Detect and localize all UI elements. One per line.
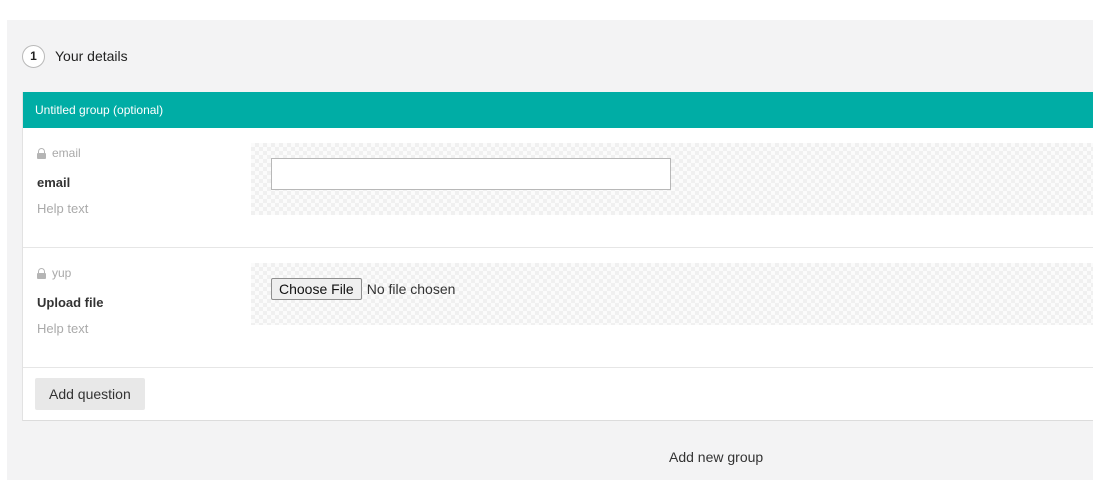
help-text: Help text (37, 321, 89, 336)
question-label: Upload file (37, 295, 104, 310)
answer-preview-area (251, 143, 1093, 215)
lock-icon (37, 267, 46, 279)
question-group: Untitled group (optional) email email He… (22, 92, 1093, 421)
question-key: yup (37, 266, 247, 280)
add-question-button[interactable]: Add question (35, 378, 145, 410)
question-meta: email email Help text (37, 146, 247, 217)
email-input[interactable] (271, 158, 671, 190)
help-text: Help text (37, 201, 89, 216)
question-key: email (37, 146, 247, 160)
question-email[interactable]: email email Help text (23, 128, 1093, 248)
step-title: Your details (55, 48, 128, 64)
group-title[interactable]: Untitled group (optional) (23, 92, 1093, 128)
question-label: email (37, 175, 71, 190)
file-status-text: No file chosen (366, 281, 456, 297)
question-key-text: yup (52, 266, 72, 280)
add-question-row: Add question (23, 368, 1093, 420)
add-new-group-link[interactable]: Add new group (669, 449, 763, 465)
file-upload-control: Choose File No file chosen (271, 278, 455, 300)
choose-file-button[interactable]: Choose File (271, 278, 362, 300)
page: 1 Your details Untitled group (optional)… (0, 0, 1093, 480)
step-number-badge: 1 (22, 44, 45, 68)
question-meta: yup Upload file Help text (37, 266, 247, 337)
step-header: 1 Your details (22, 44, 128, 68)
lock-icon (37, 147, 46, 159)
question-key-text: email (52, 146, 81, 160)
answer-preview-area: Choose File No file chosen (251, 263, 1093, 325)
question-upload-file[interactable]: yup Upload file Help text Choose File No… (23, 248, 1093, 368)
